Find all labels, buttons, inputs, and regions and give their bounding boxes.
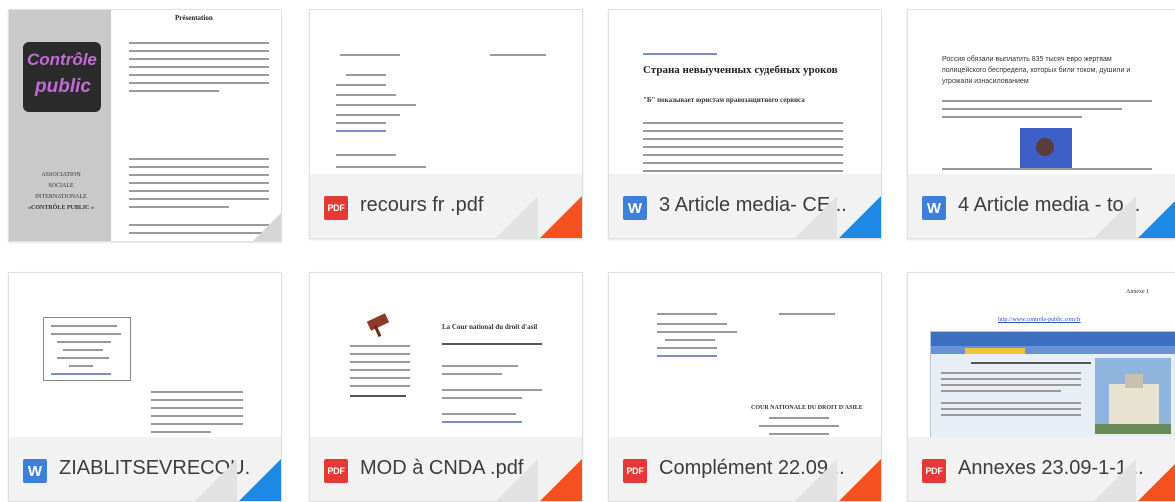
website-screenshot — [930, 331, 1175, 437]
file-type-corner — [837, 459, 881, 501]
file-type-corner — [1136, 459, 1175, 501]
pdf-icon: PDF — [623, 459, 647, 483]
file-footer: PDF Complément 22.09... — [609, 437, 881, 501]
word-icon: W — [623, 196, 647, 220]
document-heading: COUR NATIONALE DU DROIT D'ASILE — [751, 405, 863, 411]
gavel-icon — [364, 313, 392, 338]
file-card[interactable]: W ZIABLITSEVRECOU... — [8, 272, 282, 502]
brochure-heading: Présentation — [175, 14, 213, 22]
pdf-icon: PDF — [922, 459, 946, 483]
pdf-icon: PDF — [324, 459, 348, 483]
association-name: ASSOCIATION SOCIALE INTERNATIONALE «CONT… — [13, 170, 109, 214]
file-card[interactable]: Страна невыученных судебных уроков "Б" п… — [608, 9, 882, 239]
file-thumbnail: La Cour national du droit d'asil — [310, 273, 582, 437]
association-line: ASSOCIATION — [41, 172, 81, 178]
website-link: http://www.controle-public.com/fr — [998, 317, 1081, 323]
article-title: Страна невыученных судебных уроков — [643, 64, 838, 76]
pdf-icon: PDF — [324, 196, 348, 220]
page-label: Annexe 1 — [1126, 289, 1150, 295]
file-thumbnail: COUR NATIONALE DU DROIT D'ASILE — [609, 273, 881, 437]
document-heading: La Cour national du droit d'asil — [442, 323, 538, 331]
file-type-corner — [237, 459, 281, 501]
file-card[interactable]: COUR NATIONALE DU DROIT D'ASILE PDF Comp… — [608, 272, 882, 502]
logo: Contrôle public — [23, 42, 101, 112]
file-card[interactable]: Annexe 1 http://www.controle-public.com/… — [907, 272, 1175, 502]
word-icon: W — [922, 196, 946, 220]
association-line: «CONTRÔLE PUBLIC » — [27, 205, 94, 211]
logo-text-1: Contrôle — [27, 50, 97, 69]
file-card[interactable]: La Cour national du droit d'asil PDF MOD… — [309, 272, 583, 502]
association-line: SOCIALE — [48, 183, 74, 189]
file-footer: W ZIABLITSEVRECOU... — [9, 437, 281, 501]
file-card[interactable]: PDF recours fr .pdf — [309, 9, 583, 239]
file-thumbnail: Contrôle public ASSOCIATION SOCIALE INTE… — [9, 10, 281, 241]
article-photo — [1020, 128, 1072, 168]
word-icon: W — [23, 459, 47, 483]
logo-text-2: public — [35, 76, 91, 97]
file-card[interactable]: Россия обязали выплатить 835 тысяч евро … — [907, 9, 1175, 239]
file-footer: W 4 Article media - to... — [908, 174, 1175, 238]
file-type-corner — [1136, 196, 1175, 238]
file-footer: PDF Annexes 23.09-1-1... — [908, 437, 1175, 501]
file-thumbnail: Annexe 1 http://www.controle-public.com/… — [908, 273, 1175, 437]
file-footer: PDF recours fr .pdf — [310, 174, 582, 238]
article-subtitle: "Б" показывает юристам правозащитного се… — [643, 96, 805, 104]
file-thumbnail: Страна невыученных судебных уроков "Б" п… — [609, 10, 881, 174]
file-type-corner — [837, 196, 881, 238]
file-footer: PDF MOD à CNDA .pdf — [310, 437, 582, 501]
file-type-corner — [538, 196, 582, 238]
file-footer: W 3 Article media- CE... — [609, 174, 881, 238]
association-line: INTERNATIONALE — [35, 194, 87, 200]
article-title: Россия обязали выплатить 835 тысяч евро … — [942, 56, 1131, 85]
file-thumbnail — [9, 273, 281, 437]
file-type-corner — [538, 459, 582, 501]
file-thumbnail: Россия обязали выплатить 835 тысяч евро … — [908, 10, 1175, 174]
file-card[interactable]: Contrôle public ASSOCIATION SOCIALE INTE… — [8, 9, 282, 242]
file-thumbnail — [310, 10, 582, 174]
